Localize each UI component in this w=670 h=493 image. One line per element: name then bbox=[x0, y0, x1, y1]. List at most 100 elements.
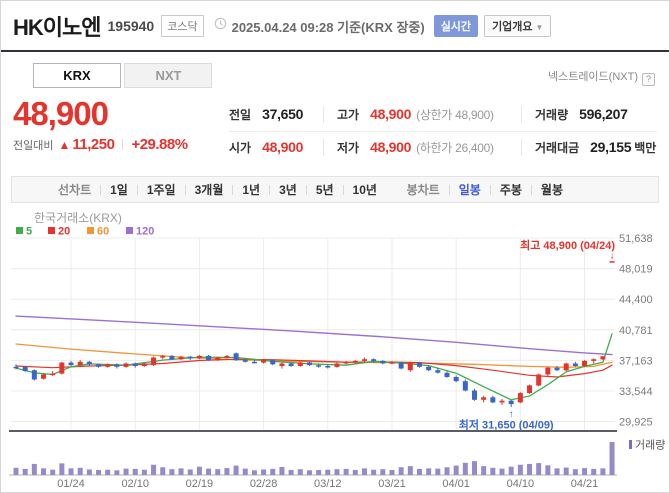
market-badge: 코스닥 bbox=[161, 15, 204, 37]
candle-body bbox=[187, 356, 193, 359]
y-axis-label: 51,638 bbox=[619, 233, 653, 245]
volume-value: 596,207 bbox=[579, 106, 628, 122]
volume-bar bbox=[600, 468, 606, 475]
volume-bar bbox=[169, 469, 175, 475]
candle-body bbox=[334, 363, 340, 367]
current-price-block: 48,900 전일대비 ▲ 11,250 +29.88% bbox=[13, 97, 229, 164]
open-price-cell: 시가 48,900 bbox=[229, 139, 323, 156]
volume-bar bbox=[582, 468, 588, 475]
volume-bar bbox=[77, 467, 83, 475]
table-row: 시가 48,900 저가 48,900 (하한가 26,400) 거래대금 29… bbox=[229, 132, 657, 164]
high-marker-label: 최고 48,900 (04/24) bbox=[520, 238, 615, 252]
volume-bar bbox=[572, 469, 578, 475]
prev-close-value: 37,650 bbox=[262, 106, 304, 122]
candle-body bbox=[508, 400, 514, 405]
candle-body bbox=[206, 355, 212, 361]
volume-bar bbox=[352, 470, 358, 475]
company-overview-button[interactable]: 기업개요 ▼ bbox=[484, 15, 552, 37]
tab-krx[interactable]: KRX bbox=[33, 63, 121, 88]
x-axis-label: 02/19 bbox=[186, 478, 214, 490]
candle-body bbox=[59, 362, 65, 374]
candle-body bbox=[251, 361, 257, 364]
volume-bar bbox=[380, 469, 386, 475]
ma-line-5 bbox=[15, 333, 613, 401]
candle-body bbox=[352, 360, 358, 363]
candle-body bbox=[407, 362, 413, 371]
period-button-10년[interactable]: 10년 bbox=[353, 183, 377, 197]
chart-toolbar: 선차트 1일 1주일 3개월 1년 3년 5년 10년 봉차트 일봉 주봉 월봉 bbox=[11, 176, 659, 203]
low-label: 저가 bbox=[337, 141, 360, 155]
period-button-5년[interactable]: 5년 bbox=[316, 183, 334, 197]
candle-body bbox=[600, 356, 606, 360]
tab-nxt[interactable]: NXT bbox=[124, 63, 213, 88]
period-button-월봉[interactable]: 월봉 bbox=[541, 183, 563, 197]
x-axis-label: 03/12 bbox=[314, 478, 342, 490]
volume-bar bbox=[444, 467, 450, 475]
candle-body bbox=[536, 374, 542, 386]
candle-body bbox=[160, 355, 166, 358]
y-axis-label: 29,925 bbox=[619, 417, 653, 429]
period-button-1년[interactable]: 1년 bbox=[242, 183, 260, 197]
volume-bar bbox=[261, 469, 267, 475]
period-button-1일[interactable]: 1일 bbox=[110, 183, 128, 197]
y-axis-label: 48,019 bbox=[619, 264, 653, 276]
candle-body bbox=[453, 377, 459, 382]
candle-body bbox=[141, 363, 147, 366]
candle-body bbox=[426, 366, 432, 371]
candle-body bbox=[279, 363, 285, 366]
volume-bar bbox=[141, 469, 147, 475]
candlestick-chart: 한국거래소(KRX)5 20 60 120 51,638 48,019 44,400 40,7… bbox=[9, 211, 665, 490]
change-percent: +29.88% bbox=[131, 135, 188, 153]
candle-chart-button[interactable]: 봉차트 bbox=[407, 181, 440, 198]
period-button-주봉[interactable]: 주봉 bbox=[500, 183, 522, 197]
candle-body bbox=[261, 360, 267, 363]
volume-bar bbox=[13, 467, 19, 475]
low-marker-label: 최저 31,650 (04/09) bbox=[459, 418, 554, 432]
candle-body bbox=[380, 360, 386, 364]
candle-body bbox=[490, 397, 496, 403]
candle-body bbox=[572, 363, 578, 366]
volume-bar bbox=[251, 470, 257, 475]
candle-period-group: 일봉 주봉 월봉 bbox=[440, 181, 563, 198]
line-chart-button[interactable]: 선차트 bbox=[58, 181, 91, 198]
candle-body bbox=[389, 362, 395, 364]
trade-value-unit: 백만 bbox=[634, 141, 657, 155]
volume-bar bbox=[68, 468, 74, 475]
period-button-3년[interactable]: 3년 bbox=[279, 183, 297, 197]
quote-datetime: 2025.04.24 09:28 기준(KRX 장중) bbox=[231, 19, 425, 35]
candle-body bbox=[31, 370, 37, 380]
upper-limit: (상한가 48,900) bbox=[416, 108, 494, 122]
volume-bar bbox=[517, 464, 523, 475]
period-button-3개월[interactable]: 3개월 bbox=[195, 183, 224, 197]
candle-body bbox=[68, 362, 74, 366]
volume-bar bbox=[306, 470, 312, 475]
volume-bar bbox=[527, 463, 533, 475]
realtime-badge[interactable]: 실시간 bbox=[433, 15, 479, 37]
ma-legend-swatch bbox=[48, 227, 55, 234]
candle-body bbox=[77, 361, 83, 366]
period-button-1주일[interactable]: 1주일 bbox=[147, 183, 176, 197]
candle-body bbox=[242, 360, 248, 362]
change-label: 전일대비 bbox=[13, 139, 54, 152]
clock-icon bbox=[214, 17, 227, 35]
volume-bar bbox=[59, 463, 65, 475]
candle-body bbox=[343, 361, 349, 364]
candle-body bbox=[297, 362, 303, 366]
candle-body bbox=[50, 373, 56, 376]
candle-body bbox=[416, 362, 422, 367]
help-icon[interactable]: ? bbox=[642, 73, 655, 86]
volume-bar bbox=[453, 465, 459, 475]
candle-body bbox=[517, 393, 523, 403]
candle-body bbox=[288, 363, 294, 366]
y-axis-label: 44,400 bbox=[619, 294, 653, 306]
x-axis-label: 04/10 bbox=[507, 478, 535, 490]
divider bbox=[530, 185, 532, 195]
candle-body bbox=[481, 397, 487, 400]
divider bbox=[489, 185, 491, 195]
candle-body bbox=[591, 359, 597, 361]
candle-toolbar: 봉차트 일봉 주봉 월봉 bbox=[407, 181, 563, 198]
volume-bar bbox=[233, 465, 239, 475]
chevron-down-icon: ▼ bbox=[535, 23, 544, 32]
period-button-일봉[interactable]: 일봉 bbox=[459, 183, 481, 197]
volume-bar bbox=[151, 464, 157, 475]
